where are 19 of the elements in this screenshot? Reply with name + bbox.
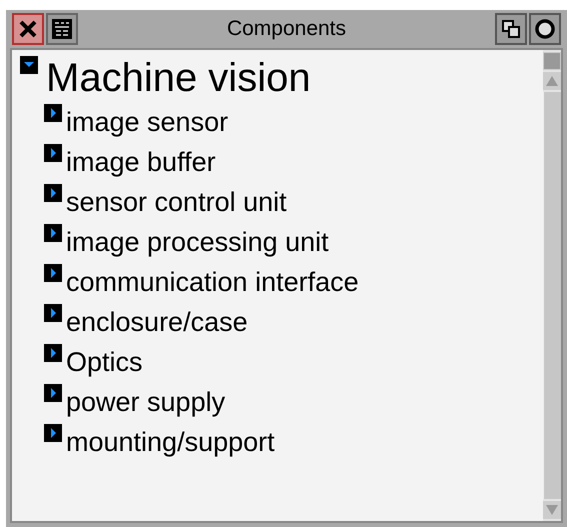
close-button[interactable] [12, 13, 44, 45]
tree-item-label[interactable]: power supply [66, 384, 226, 420]
tree-item-label[interactable]: image processing unit [66, 224, 329, 260]
close-icon [18, 19, 38, 39]
tree-item-label[interactable]: image sensor [66, 104, 228, 140]
tree-item-label[interactable]: communication interface [66, 264, 359, 300]
tree-item-label[interactable]: Machine vision [46, 56, 311, 100]
grid-icon [52, 19, 72, 39]
maximize-button[interactable] [529, 13, 561, 45]
window-title: Components [226, 16, 348, 42]
overlapping-squares-icon [501, 19, 521, 39]
tree-item-label[interactable]: Optics [66, 344, 143, 380]
menu-button[interactable] [46, 13, 78, 45]
tree-item-label[interactable]: mounting/support [66, 424, 275, 460]
tree-item-label[interactable]: sensor control unit [66, 184, 287, 220]
restore-button[interactable] [495, 13, 527, 45]
tree-item-label[interactable]: enclosure/case [66, 304, 248, 340]
circle-icon [534, 18, 556, 40]
tree-item-label[interactable]: image buffer [66, 144, 216, 180]
